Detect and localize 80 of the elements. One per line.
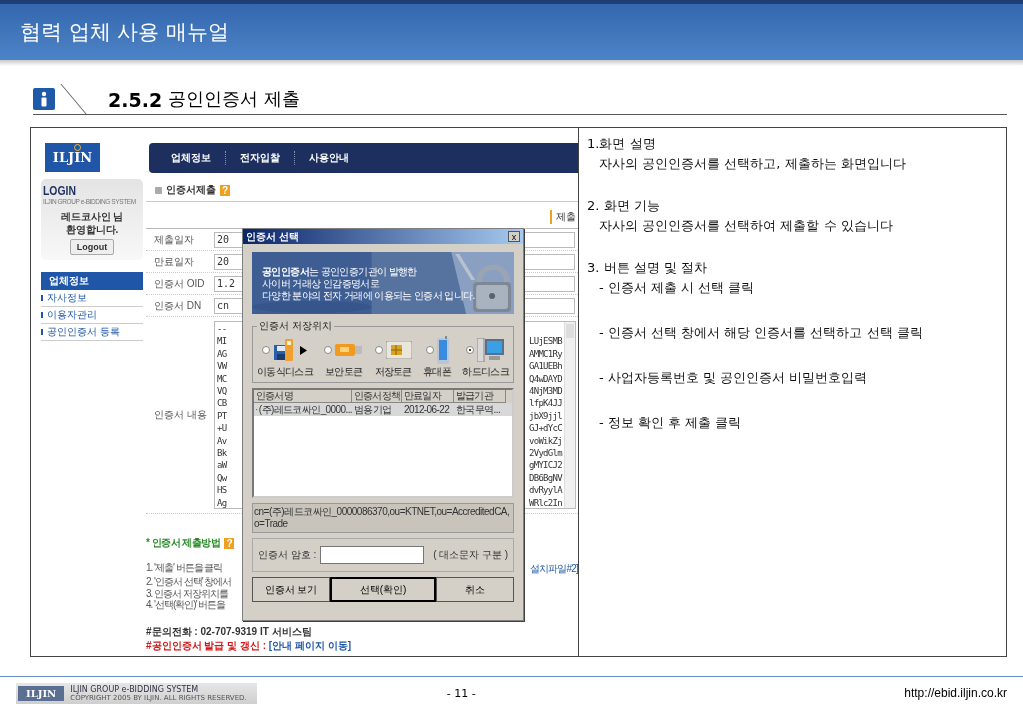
description-text: - 사업자등록번호 및 공인인증서 비밀번호입력 xyxy=(598,369,869,387)
field-label: 제출일자 xyxy=(153,232,195,247)
text-line: MC xyxy=(217,372,227,386)
banner-text: 사이버 거래상 인감증명서로 xyxy=(262,278,380,290)
description-heading: 1.화면 설명 xyxy=(587,135,657,153)
text-line: aW xyxy=(217,459,227,472)
text-line: Q4wDAYD xyxy=(528,372,562,385)
option-label: 휴대폰 xyxy=(423,365,452,379)
text-line: 4NjM3MD xyxy=(528,385,562,398)
section-title: 공인인증서 제출 xyxy=(168,87,300,111)
site-url: http://ebid.iljin.co.kr xyxy=(904,686,1007,700)
description-text: 자사의 공인인증서를 선택하고, 제출하는 화면입니다 xyxy=(598,155,907,173)
contact-text: #문의전화 : 02-707-9319 IT 서비스팀 xyxy=(146,624,313,639)
list-cell-text: 범용기업 xyxy=(353,402,393,417)
banner-text: 다양한 분야의 전자 거래에 이용되는 인증서 입니다. xyxy=(262,290,475,302)
text-line: jbX9jjl xyxy=(528,409,562,423)
text-line: LUjESMB xyxy=(528,335,562,348)
user-name: 레드코사인 님 xyxy=(60,210,124,223)
sidebar-heading: 업체정보 xyxy=(41,272,143,290)
field-label: 인증서 내용 xyxy=(153,408,208,422)
iljin-logo: ILJIN xyxy=(45,143,100,172)
text-line: WRlc2In xyxy=(528,496,562,510)
description-text: - 인증서 선택 창에서 해당 인증서를 선택하고 선택 클릭 xyxy=(598,324,924,342)
text-line: CB xyxy=(217,397,227,410)
text-line: PT xyxy=(217,409,227,423)
greeting-text: 환영합니다. xyxy=(65,223,119,236)
renew-label: #공인인증서 발급 및 갱신 : xyxy=(146,638,267,653)
dn-field: cn=(주)레드코싸인_0000086370,ou=KTNET,ou=AccreditedCA,o=Trade xyxy=(252,503,514,533)
group-label: 인증서 저장위치 xyxy=(258,319,333,333)
text-line: HS xyxy=(217,484,227,497)
section-number: 2.5.2 xyxy=(108,89,163,111)
text-line: +U xyxy=(217,422,227,435)
field-label: 만료일자 xyxy=(153,254,195,269)
option-label: 보안토큰 xyxy=(325,365,363,379)
text-line: dvRyylA xyxy=(528,484,562,497)
text-line: gMYICJ2 xyxy=(528,459,562,472)
step-text: 4. '선택(확인)' 버튼을 xyxy=(146,599,226,611)
step-text: 2. '인증서 선택' 창에서 xyxy=(146,576,232,588)
description-text: - 인증서 제출 시 선택 클릭 xyxy=(598,279,756,297)
list-cell-text: 2012-06-22 xyxy=(403,404,451,415)
text-line: AG xyxy=(217,347,227,361)
description-text: 자사의 공인인증서를 선택하여 제출할 수 있습니다 xyxy=(598,217,894,235)
option-label: 하드디스크 xyxy=(462,365,509,379)
banner-text: 공인인증서는 공인인증기관이 발행한 xyxy=(262,266,417,278)
step-text: 1. '제출' 버튼을 클릭 xyxy=(146,562,223,574)
page-number: - 11 - xyxy=(446,686,476,700)
text-line: VQ xyxy=(217,385,227,398)
text-line: MI xyxy=(217,335,227,348)
option-label: 저장토큰 xyxy=(374,365,412,379)
description-heading: 3. 버튼 설명 및 절차 xyxy=(587,259,708,277)
text-line: 2VydGlm xyxy=(528,447,562,460)
text-line: voWikZj xyxy=(528,434,562,448)
text-line: Av xyxy=(217,434,227,448)
text-line: GJ+dYcC xyxy=(528,422,562,435)
text-line: Qw xyxy=(217,471,227,485)
description-text: - 정보 확인 후 제출 클릭 xyxy=(598,414,743,432)
login-title: LOGIN xyxy=(43,183,76,198)
field-label: 인증서 DN xyxy=(153,298,203,313)
password-label: 인증서 암호 : xyxy=(257,548,317,562)
text-line: GA1UEBh xyxy=(528,360,562,373)
field-label: 인증서 OID xyxy=(153,276,206,291)
dialog-title: 인증서 선택 xyxy=(246,229,299,244)
option-label: 이동식디스크 xyxy=(257,365,313,379)
text-line: AMMC1Ry xyxy=(528,347,562,361)
description-heading: 2. 화면 기능 xyxy=(587,197,661,215)
page-title: 협력 업체 사용 매뉴얼 xyxy=(20,19,230,46)
content-title: 인증서제출 xyxy=(166,183,216,197)
text-line: Ag xyxy=(217,496,227,510)
text-line: VW xyxy=(217,360,227,373)
list-cell: (주)레드코싸인_0000... xyxy=(258,402,352,417)
list-cell-text: 한국무역... xyxy=(455,402,502,417)
system-name: ILJIN GROUP e-BIDDING SYSTEM xyxy=(70,684,200,694)
text-line: DB6BgNV xyxy=(528,471,562,485)
iljin-logo: ILJIN xyxy=(18,685,65,701)
method-title: * 인증서 제출방법 xyxy=(146,536,221,550)
password-hint: ( 대소문자 구분 ) xyxy=(433,548,509,562)
text-line: Bk xyxy=(217,447,227,460)
text-line: -- xyxy=(217,323,227,336)
step-text: 3. 인증서 저장위치를 xyxy=(146,587,228,599)
text-line: lfpK4JJ xyxy=(528,397,562,410)
